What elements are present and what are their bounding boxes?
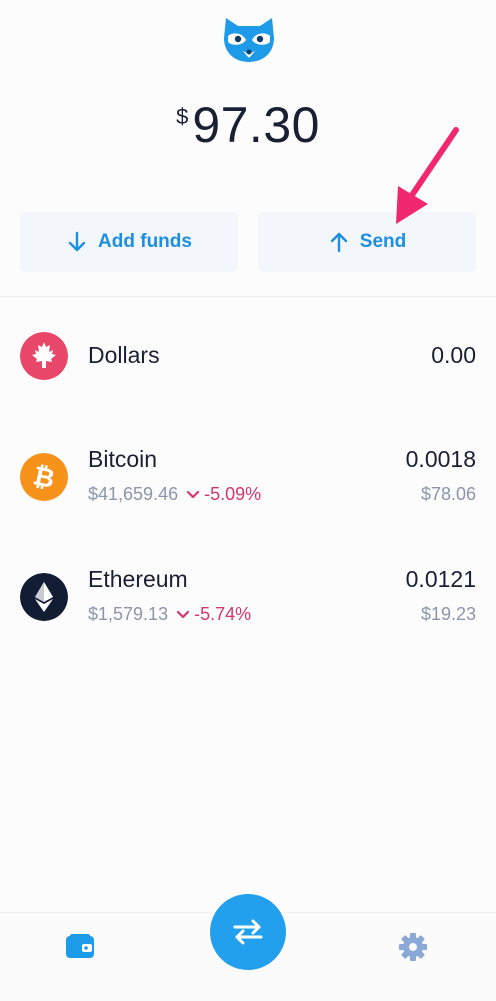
asset-row-bitcoin[interactable]: ₿ Bitcoin $41,659.46 -5.09% 0.0018 $78.0… [0,444,496,514]
swap-icon [233,919,263,945]
asset-fiat-value: $78.06 [420,484,476,504]
asset-amount: 0.00 [431,342,476,368]
asset-price: $1,579.13 [88,604,169,624]
price-change: -5.74% [176,604,251,625]
asset-price-line: $41,659.46 -5.09% [88,484,261,505]
chevron-down-icon [176,610,190,618]
swap-button[interactable] [210,894,286,970]
asset-name: Dollars [88,342,160,368]
asset-row-ethereum[interactable]: Ethereum $1,579.13 -5.74% 0.0121 $19.23 [0,564,496,634]
balance-currency-symbol: $ [176,104,189,129]
asset-price: $41,659.46 [88,484,179,504]
ethereum-icon [20,573,68,621]
asset-amount: 0.0121 [405,566,476,592]
arrow-down-icon [68,231,86,252]
price-change-value: -5.09% [204,484,262,504]
asset-row-dollars[interactable]: Dollars 0.00 [0,330,496,390]
balance-amount: 97.30 [192,97,320,153]
raccoon-logo-icon [224,18,274,62]
price-change-value: -5.74% [194,604,252,624]
arrow-up-icon [330,232,347,253]
asset-amount: 0.0018 [405,446,476,472]
gear-icon[interactable] [398,932,428,962]
section-divider [0,296,496,297]
asset-name: Ethereum [88,566,188,592]
asset-name: Bitcoin [88,446,158,472]
price-change: -5.09% [186,484,261,505]
asset-price-line: $1,579.13 -5.74% [88,604,251,625]
annotation-arrow-icon [396,127,459,224]
wallet-icon[interactable] [64,932,96,960]
add-funds-label: Add funds [98,231,192,252]
asset-fiat-value: $19.23 [420,604,476,624]
add-funds-button[interactable]: Add funds [20,212,238,272]
send-label: Send [359,231,407,252]
bitcoin-icon: ₿ [20,453,68,501]
canada-flag-icon [20,332,68,380]
chevron-down-icon [186,490,200,498]
